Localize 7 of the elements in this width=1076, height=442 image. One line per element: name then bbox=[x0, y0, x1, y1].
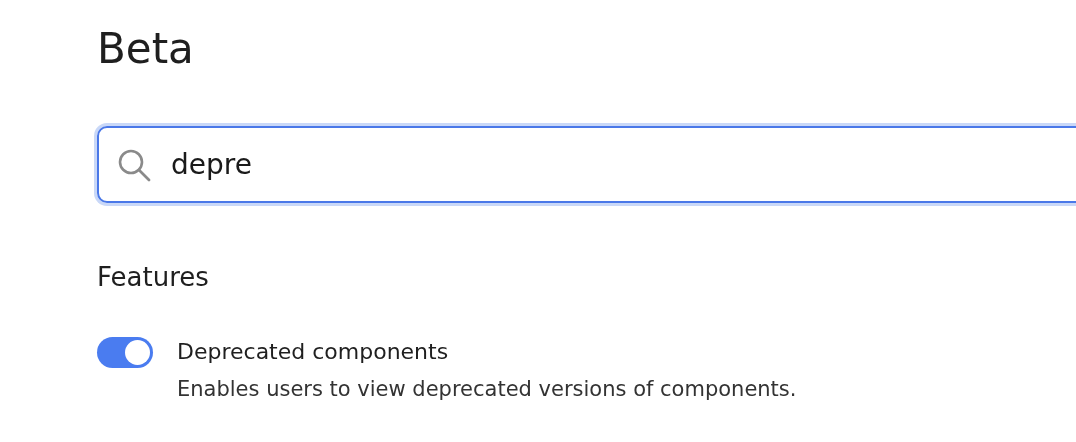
search-field[interactable]: depre bbox=[97, 126, 1076, 203]
toggle-switch[interactable] bbox=[97, 337, 153, 368]
section-title: Features bbox=[97, 261, 210, 294]
search-icon bbox=[117, 147, 151, 182]
page-title: Beta bbox=[97, 23, 195, 75]
feature-name: Deprecated components bbox=[177, 338, 450, 366]
feature-description: Enables users to view deprecated versions of components. bbox=[177, 376, 797, 403]
